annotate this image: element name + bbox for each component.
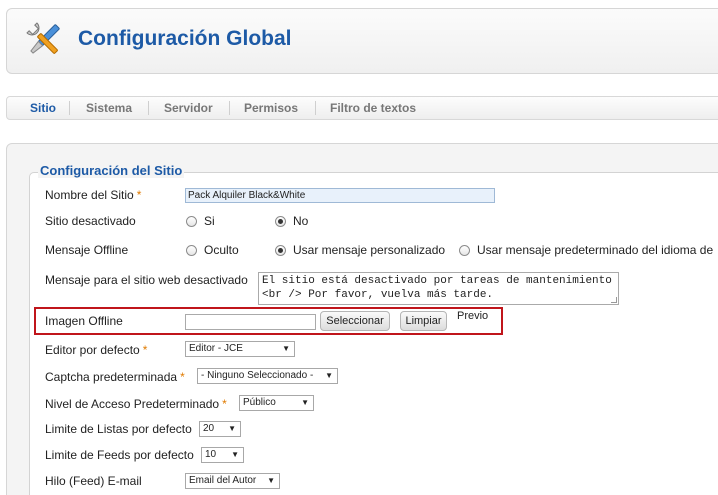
radio-button[interactable] [275,244,286,256]
access-label-text: Nivel de Acceso Predeterminado [45,397,220,411]
editor-label: Editor por defecto * [45,343,147,357]
tab-divider [315,101,316,115]
access-select-value: Público [243,397,276,408]
dropdown-arrow-icon: ▼ [267,476,275,485]
required-marker: * [136,188,142,202]
site-name-label-text: Nombre del Sitio [45,188,134,202]
offline-radio-no[interactable]: No [275,214,308,228]
site-name-label: Nombre del Sitio * [45,188,141,202]
editor-select[interactable]: Editor - JCE ▼ [185,341,295,357]
offline-text-label: Mensaje para el sitio web desactivado [45,273,248,287]
feed-email-select[interactable]: Email del Autor ▼ [185,473,280,489]
dropdown-arrow-icon: ▼ [325,371,333,380]
page-title: Configuración Global [78,27,292,50]
feed-limit-select-value: 10 [205,449,217,460]
captcha-label: Captcha predeterminada * [45,370,185,384]
resize-handle[interactable] [611,297,617,303]
offline-radio-si[interactable]: Si [186,214,215,228]
dropdown-arrow-icon: ▼ [301,398,309,407]
required-marker: * [142,343,148,357]
dropdown-arrow-icon: ▼ [228,424,236,433]
feed-limit-label: Limite de Feeds por defecto [45,448,194,462]
clear-image-button[interactable]: Limpiar [400,311,447,331]
feed-email-label: Hilo (Feed) E-mail [45,474,142,488]
dropdown-arrow-icon: ▼ [231,450,239,459]
editor-select-value: Editor - JCE [189,343,243,354]
required-marker: * [222,397,227,411]
offline-text-textarea[interactable]: El sitio está desactivado por tareas de … [258,272,619,305]
radio-label: Usar mensaje predeterminado del idioma d… [477,243,714,257]
offline-message-radio-oculto[interactable]: Oculto [186,243,239,257]
tab-servidor[interactable]: Servidor [164,100,213,116]
captcha-select[interactable]: - Ninguno Seleccionado - ▼ [197,368,338,384]
access-label: Nivel de Acceso Predeterminado * [45,397,227,411]
preview-label: Previo [457,310,489,322]
editor-label-text: Editor por defecto [45,343,140,357]
tab-bar: Sitio Sistema Servidor Permisos Filtro d… [6,96,718,120]
tab-filtro-de-textos[interactable]: Filtro de textos [330,100,416,116]
radio-button[interactable] [459,244,470,256]
radio-button[interactable] [275,215,286,227]
radio-label: Si [204,214,215,228]
dropdown-arrow-icon: ▼ [282,344,290,353]
captcha-label-text: Captcha predeterminada [45,370,178,384]
radio-label: Usar mensaje personalizado [293,243,446,257]
tab-divider [148,101,149,115]
offline-image-label: Imagen Offline [45,314,123,328]
select-image-button[interactable]: Seleccionar [320,311,390,331]
list-limit-select-value: 20 [203,423,215,434]
tab-divider [229,101,230,115]
offline-text-value: El sitio está desactivado por tareas de … [262,275,619,301]
tab-divider [69,101,70,115]
section-legend: Configuración del Sitio [38,163,185,178]
captcha-select-value: - Ninguno Seleccionado - [201,370,314,381]
offline-image-input[interactable] [185,314,316,330]
tab-permisos[interactable]: Permisos [244,100,298,116]
tab-sistema[interactable]: Sistema [86,100,132,116]
list-limit-select[interactable]: 20 ▼ [199,421,241,437]
radio-label: No [293,214,309,228]
offline-label: Sitio desactivado [45,214,136,228]
offline-message-radio-default[interactable]: Usar mensaje predeterminado del idioma d… [459,243,713,257]
radio-button[interactable] [186,215,197,227]
access-select[interactable]: Público ▼ [239,395,314,411]
page-header: Configuración Global [6,8,718,74]
offline-message-label: Mensaje Offline [45,243,129,257]
tools-icon [26,22,60,54]
feed-email-select-value: Email del Autor [189,475,257,486]
radio-button[interactable] [186,244,197,256]
radio-label: Oculto [204,243,239,257]
tab-sitio[interactable]: Sitio [30,100,56,116]
site-name-input[interactable]: Pack Alquiler Black&White [185,188,495,203]
offline-message-radio-custom[interactable]: Usar mensaje personalizado [275,243,445,257]
required-marker: * [180,370,185,384]
feed-limit-select[interactable]: 10 ▼ [201,447,244,463]
list-limit-label: Limite de Listas por defecto [45,422,192,436]
